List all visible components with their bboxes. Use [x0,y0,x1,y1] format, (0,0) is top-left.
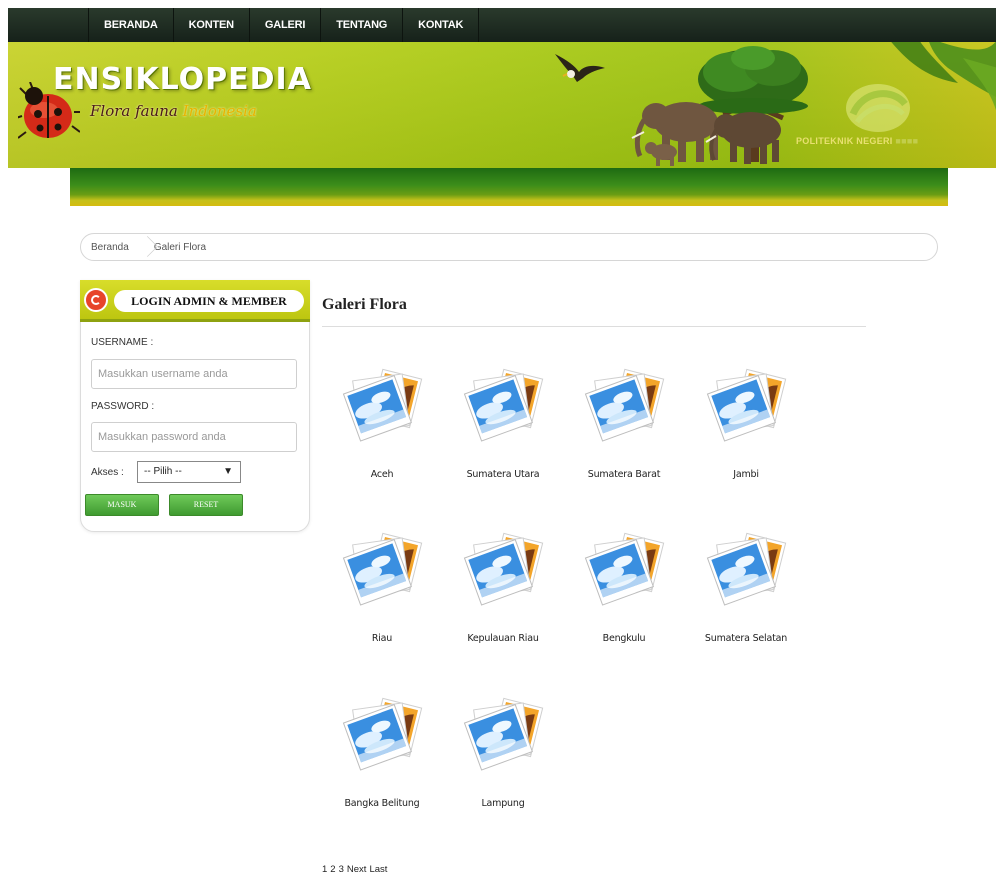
gallery-item-label: Bengkulu [602,633,646,644]
image-gallery-icon [584,532,665,606]
gallery-item[interactable]: Bengkulu [564,527,684,667]
image-gallery-icon [584,368,665,442]
pagination: 1 2 3 Next Last [322,864,390,875]
login-submit-button[interactable]: MASUK [85,494,159,516]
image-gallery-icon [342,532,423,606]
elephants-image [631,102,781,166]
gallery-item-label: Bangka Belitung [344,798,420,809]
title-divider [322,326,866,327]
eagle-image [555,54,605,82]
page-link-1[interactable]: 1 [322,864,327,875]
gallery-item-label: Kepulauan Riau [467,633,539,644]
image-gallery-icon [463,697,544,771]
image-gallery-icon [706,532,787,606]
gallery-item-label: Aceh [370,469,394,480]
gallery-item[interactable]: Jambi [686,363,806,503]
password-input[interactable] [91,422,297,452]
site-subtitle: Flora fauna Indonesia [90,102,257,120]
gallery-item[interactable]: Riau [322,527,442,667]
image-gallery-icon [706,368,787,442]
breadcrumb-home-link[interactable]: Beranda [91,242,139,253]
image-gallery-icon [463,532,544,606]
gallery-item-label: Sumatera Selatan [704,633,788,644]
image-gallery-icon [342,697,423,771]
gallery-item[interactable]: Lampung [443,692,563,832]
gallery-item[interactable]: Kepulauan Riau [443,527,563,667]
image-gallery-icon [342,368,423,442]
e-logo-icon [84,288,108,312]
password-label: PASSWORD : [91,401,155,412]
gallery-item-label: Lampung [481,798,525,809]
page-title: Galeri Flora [322,296,407,313]
gallery-item-label: Jambi [733,469,759,480]
login-heading: LOGIN ADMIN & MEMBER [114,290,304,312]
nav-tentang[interactable]: TENTANG [321,8,404,42]
image-gallery-icon [463,368,544,442]
gallery-item-label: Riau [371,633,393,644]
dropdown-caret-icon: ▼ [223,466,233,477]
page-next-link[interactable]: Next [347,864,367,875]
site-title: ENSIKLOPEDIA [53,62,312,97]
username-input[interactable] [91,359,297,389]
page-link-3[interactable]: 3 [339,864,344,875]
gallery-item-label: Sumatera Utara [466,469,540,480]
breadcrumb-separator [139,233,149,261]
akses-selected-value: -- Pilih -- [144,466,182,477]
page-last-link[interactable]: Last [369,864,387,875]
akses-select[interactable]: -- Pilih -- ▼ [137,461,241,483]
login-header: LOGIN ADMIN & MEMBER [80,280,310,322]
gallery-item[interactable]: Bangka Belitung [322,692,442,832]
gallery-item[interactable]: Sumatera Barat [564,363,684,503]
gallery-item[interactable]: Sumatera Utara [443,363,563,503]
breadcrumb: Beranda Galeri Flora [80,233,938,261]
akses-label: Akses : [91,467,124,478]
header-gradient-bar [70,168,948,206]
gallery-item-label: Sumatera Barat [587,469,661,480]
polytechnic-logo [846,84,910,132]
page-link-2[interactable]: 2 [330,864,335,875]
gallery-item[interactable]: Sumatera Selatan [686,527,806,667]
gallery-item[interactable]: Aceh [322,363,442,503]
login-reset-button[interactable]: RESET [169,494,243,516]
nav-galeri[interactable]: GALERI [250,8,322,42]
header-banner: POLITEKNIK NEGERI ■■■■ ENSIKLOPEDIA Flor… [8,42,996,168]
nav-kontak[interactable]: KONTAK [403,8,480,42]
login-panel: LOGIN ADMIN & MEMBER USERNAME : PASSWORD… [80,280,310,532]
nav-konten[interactable]: KONTEN [174,8,250,42]
username-label: USERNAME : [91,337,154,348]
nav-beranda[interactable]: BERANDA [88,8,174,42]
top-nav: BERANDA KONTEN GALERI TENTANG KONTAK [8,8,996,42]
